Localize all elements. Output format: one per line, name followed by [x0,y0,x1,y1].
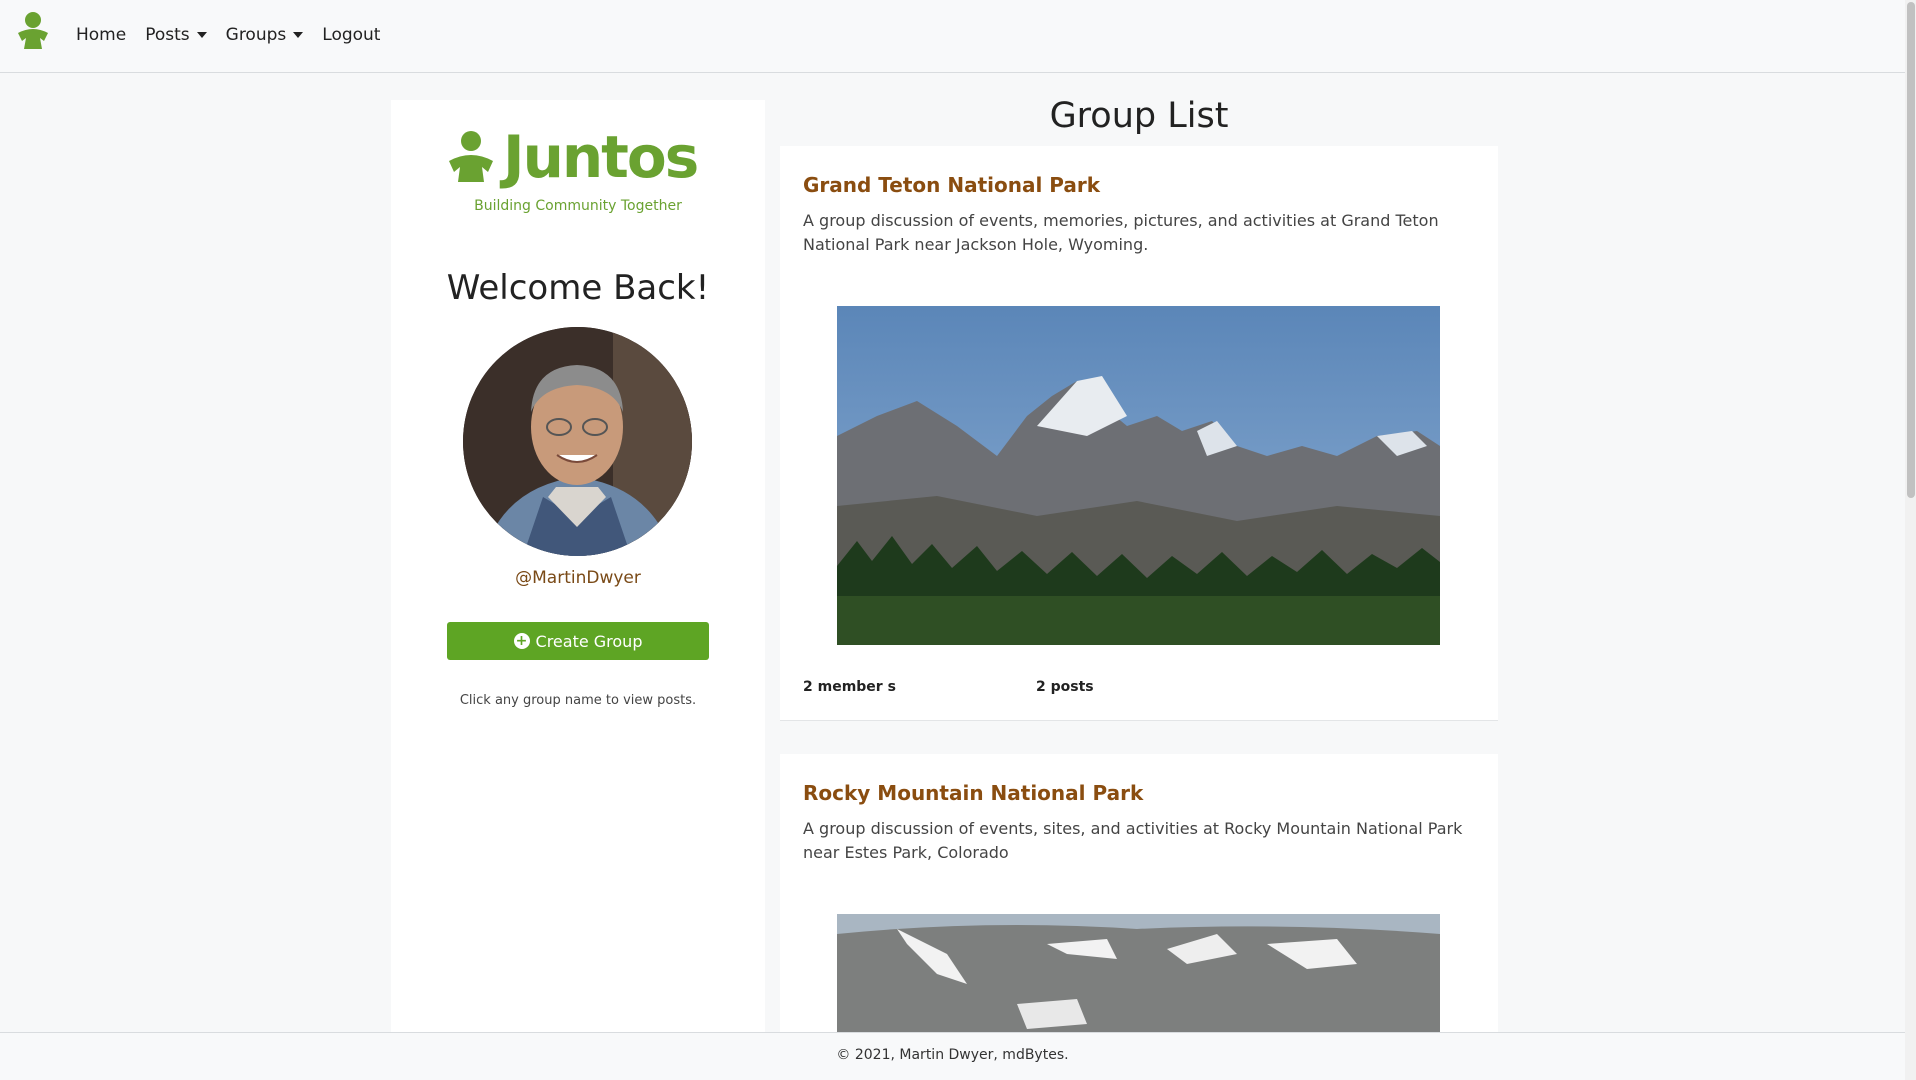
footer-copyright: © 2021, Martin Dwyer, mdBytes. [836,1047,1069,1063]
group-image [837,306,1440,645]
group-card: Grand Teton National Park A group discus… [780,146,1498,721]
page-footer: © 2021, Martin Dwyer, mdBytes. [0,1032,1905,1080]
group-description: A group discussion of events, memories, … [803,211,1439,254]
juntos-logo-icon[interactable] [14,11,52,51]
group-description: A group discussion of events, sites, and… [803,819,1463,862]
group-title-link[interactable]: Rocky Mountain National Park [803,781,1143,805]
caret-down-icon [196,32,207,38]
member-count: 2 member s [803,679,896,695]
plus-circle-icon: + [513,633,530,649]
create-group-button[interactable]: + Create Group [447,622,709,660]
nav-logout-link[interactable]: Logout [322,25,380,45]
brand-wordmark: Juntos [503,123,699,191]
avatar [463,327,692,556]
username-handle[interactable]: @MartinDwyer [391,568,765,588]
group-image [837,914,1440,1034]
page-title: Group List [1049,96,1229,136]
group-hint-text: Click any group name to view posts. [459,693,697,708]
welcome-heading: Welcome Back! [446,268,710,308]
nav-posts-dropdown[interactable]: Posts [145,25,207,45]
profile-sidebar: Juntos Building Community Together Welco… [391,100,765,1040]
juntos-figure-icon [449,131,493,182]
page-scrollbar[interactable] [1905,0,1916,1080]
top-navbar: Home Posts Groups Logout [0,0,1905,73]
nav-home-link[interactable]: Home [76,25,126,45]
post-count: 2 posts [1036,679,1094,695]
caret-down-icon [293,32,304,38]
brand-tagline: Building Community Together [474,198,682,214]
nav-groups-dropdown[interactable]: Groups [226,25,304,45]
group-title-link[interactable]: Grand Teton National Park [803,173,1100,197]
brand-logo: Juntos [447,126,709,188]
scrollbar-thumb[interactable] [1907,2,1915,498]
